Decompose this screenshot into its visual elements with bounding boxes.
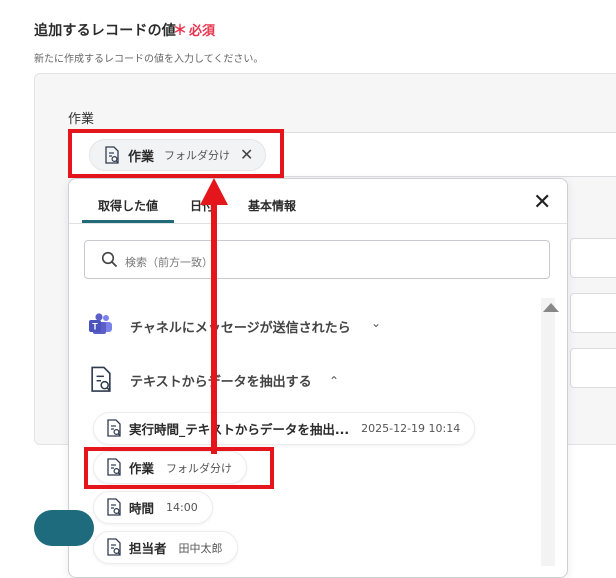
list-item[interactable]: 時間 14:00 xyxy=(93,491,213,524)
item-name: 担当者 xyxy=(129,541,167,556)
item-name: 時間 xyxy=(129,501,155,516)
required-badge: ＊必須 xyxy=(173,23,216,39)
item-value: 2025-12-19 10:14 xyxy=(361,422,461,435)
close-icon[interactable]: ✕ xyxy=(533,192,551,214)
item-value: 田中太郎 xyxy=(178,541,223,555)
section-subtitle: 新たに作成するレコードの値を入力してください。 xyxy=(34,54,264,65)
tab-basic-info[interactable]: 基本情報 xyxy=(248,197,296,214)
highlight-box xyxy=(84,447,274,489)
document-search-icon xyxy=(106,498,122,517)
field-label: 作業 xyxy=(68,112,95,127)
item-value: 14:00 xyxy=(166,501,198,514)
search-icon xyxy=(101,251,118,272)
group-trigger-label[interactable]: チャネルにメッセージが送信されたら xyxy=(130,317,351,336)
svg-text:T: T xyxy=(92,322,98,332)
scroll-up-arrow-icon[interactable] xyxy=(543,303,559,312)
document-search-icon xyxy=(106,419,122,438)
chevron-up-icon[interactable]: ⌃ xyxy=(329,374,339,388)
submit-button[interactable] xyxy=(34,510,94,546)
annotation-arrow xyxy=(211,203,217,454)
tab-acquired-values[interactable]: 取得した値 xyxy=(98,197,158,214)
background-field[interactable] xyxy=(570,293,616,333)
teams-icon: T xyxy=(88,312,114,342)
highlight-box xyxy=(68,129,284,178)
group-operation-label[interactable]: テキストからデータを抽出する xyxy=(130,371,312,390)
item-name: 実行時間_テキストからデータを抽出... xyxy=(129,422,350,437)
scrollbar[interactable] xyxy=(541,298,555,566)
document-search-icon xyxy=(106,538,122,557)
tab-divider xyxy=(69,223,567,224)
list-item[interactable]: 実行時間_テキストからデータを抽出... 2025-12-19 10:14 xyxy=(93,412,476,445)
background-field[interactable] xyxy=(570,348,616,388)
chevron-down-icon[interactable]: ⌄ xyxy=(371,316,381,330)
document-search-icon xyxy=(89,366,113,398)
section-title: 追加するレコードの値 xyxy=(34,23,176,39)
background-field[interactable] xyxy=(570,238,616,278)
list-item[interactable]: 担当者 田中太郎 xyxy=(93,531,238,564)
active-tab-indicator xyxy=(82,220,174,223)
annotation-arrow-head xyxy=(200,178,228,205)
search-placeholder: 検索（前方一致） xyxy=(125,256,213,269)
